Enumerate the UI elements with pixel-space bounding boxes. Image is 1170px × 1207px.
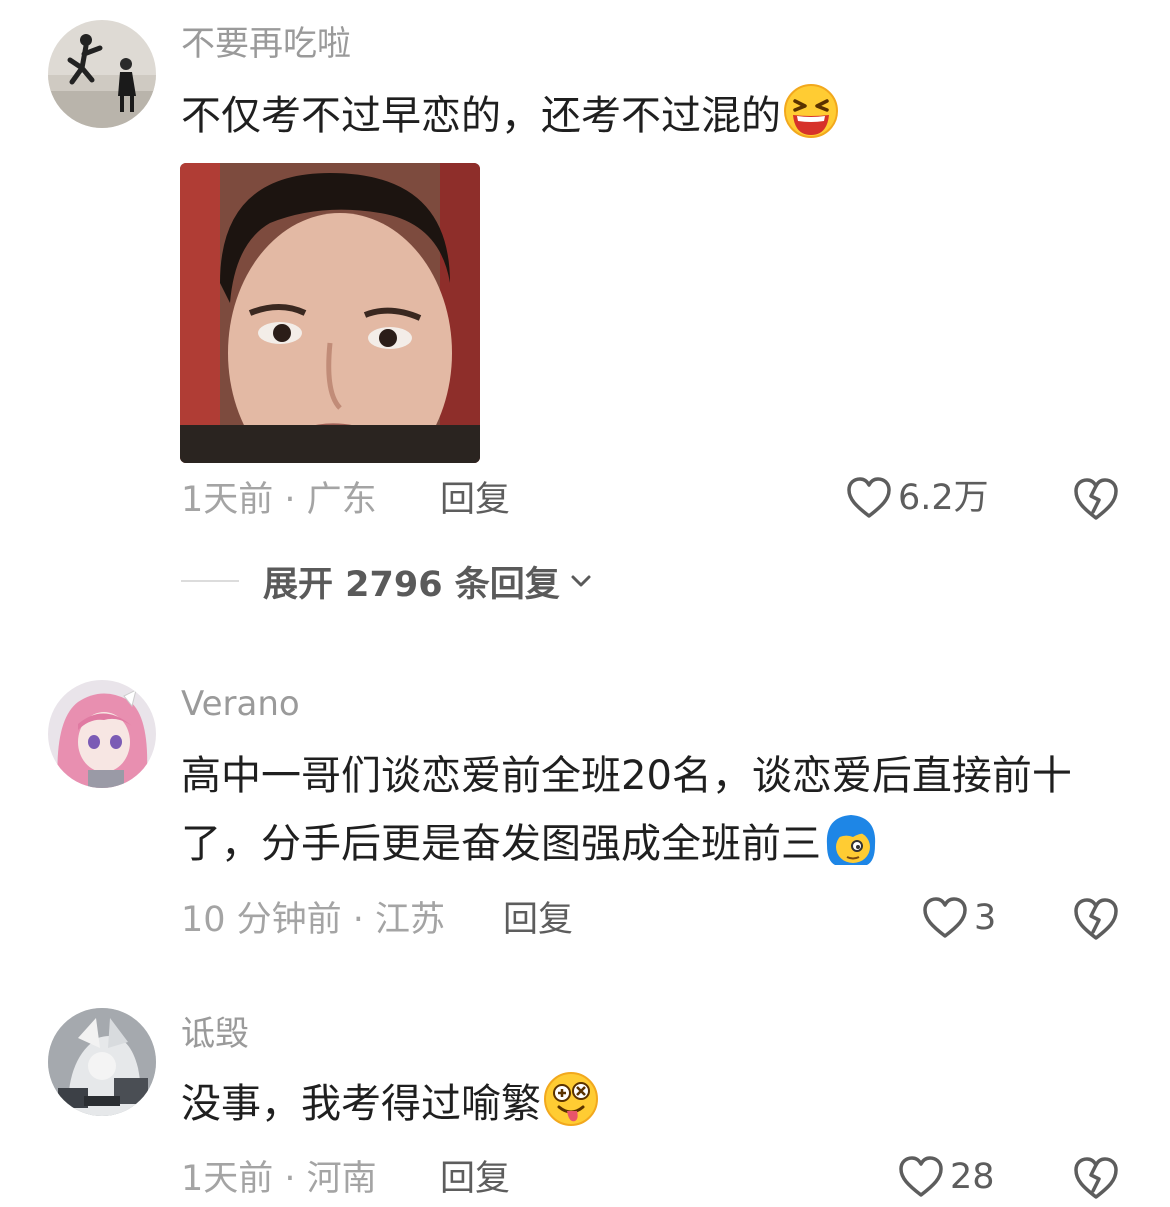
time-location: 1天前 · 河南 bbox=[181, 1159, 377, 1199]
blue-hair-emoji bbox=[823, 811, 879, 867]
broken-heart-icon bbox=[1074, 898, 1118, 940]
like-count: 3 bbox=[974, 898, 997, 938]
dislike-button[interactable] bbox=[1072, 476, 1120, 524]
heart-icon bbox=[899, 1156, 943, 1197]
silly-tongue-emoji bbox=[543, 1071, 599, 1127]
like-count: 28 bbox=[950, 1157, 995, 1197]
dislike-button[interactable] bbox=[1072, 896, 1120, 944]
comment-text: 高中一哥们谈恋爱前全班20名，谈恋爱后直接前十了，分手后更是奋发图强成全班前三 bbox=[181, 753, 1072, 867]
like-button[interactable]: 28 bbox=[898, 1155, 995, 1199]
reply-button[interactable]: 回复 bbox=[440, 478, 510, 522]
chevron-down-icon bbox=[571, 575, 591, 587]
comment-text: 不仅考不过早恋的，还考不过混的 bbox=[181, 82, 1131, 150]
comment-image[interactable] bbox=[180, 163, 480, 463]
like-button[interactable]: 3 bbox=[922, 896, 996, 940]
time-location: 10 分钟前 · 江苏 bbox=[181, 900, 446, 940]
reply-button[interactable]: 回复 bbox=[503, 898, 573, 942]
time-location: 1天前 · 广东 bbox=[181, 480, 377, 520]
like-count: 6.2万 bbox=[898, 478, 989, 518]
heart-icon bbox=[923, 897, 967, 938]
expand-replies-button[interactable]: 展开 2796 条回复 bbox=[181, 556, 592, 606]
broken-heart-icon bbox=[1074, 1157, 1118, 1199]
avatar[interactable] bbox=[48, 20, 156, 128]
laughing-emoji bbox=[783, 83, 839, 139]
divider bbox=[181, 580, 239, 582]
like-button[interactable]: 6.2万 bbox=[846, 476, 989, 520]
dislike-button[interactable] bbox=[1072, 1155, 1120, 1203]
avatar[interactable] bbox=[48, 680, 156, 788]
username[interactable]: 不要再吃啦 bbox=[181, 22, 351, 66]
username[interactable]: 诋毁 bbox=[181, 1012, 249, 1056]
expand-replies-label: 展开 2796 条回复 bbox=[263, 564, 560, 605]
avatar[interactable] bbox=[48, 1008, 156, 1116]
reply-button[interactable]: 回复 bbox=[440, 1157, 510, 1201]
username[interactable]: Verano bbox=[181, 682, 300, 726]
broken-heart-icon bbox=[1074, 478, 1118, 520]
heart-icon bbox=[847, 477, 891, 518]
comment-text: 没事，我考得过喻繁 bbox=[181, 1070, 1131, 1138]
